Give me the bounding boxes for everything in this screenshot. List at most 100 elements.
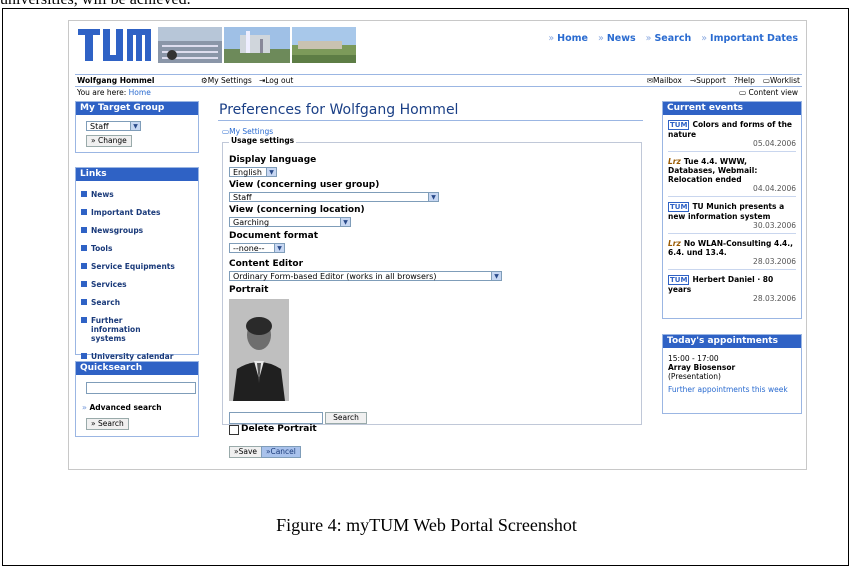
link-services[interactable]: Services [81,280,198,289]
event-item[interactable]: TUM Herbert Daniel · 80 years 28.03.2006 [668,270,796,306]
cancel-label: Cancel [270,447,296,456]
view-location-select[interactable]: Garching ▼ [229,217,351,227]
delete-portrait-checkbox[interactable] [229,425,239,435]
link-service-equipments[interactable]: Service Equipments [81,262,198,271]
button-arrow-icon: » [91,419,96,428]
links-title: Links [76,168,198,181]
breadcrumb-prefix: You are here: [77,88,127,97]
bullet-square-icon [81,281,87,287]
link-newsgroups[interactable]: Newsgroups [81,226,198,235]
user-name: Wolfgang Hommel [77,76,155,85]
event-item[interactable]: TUM Colors and forms of the nature 05.04.… [668,115,796,152]
worklist-label: Worklist [769,76,800,85]
lrz-icon: Lrz [668,157,681,166]
view-group-value: Staff [233,193,252,202]
portrait-image [229,299,289,401]
event-date: 30.03.2006 [753,221,796,230]
user-tools: ✉Mailbox ⊸Support ?Help ▭Worklist [647,75,800,86]
settings-icon: ⚙ [201,76,208,85]
change-button[interactable]: » Change [86,135,132,147]
nav-arrow-icon: » [598,33,604,44]
document-format-value: --none-- [233,244,265,253]
link-label: Service Equipments [91,262,175,271]
appointment-name: Array Biosensor [668,363,736,372]
quicksearch-button-label: Search [97,419,124,428]
my-settings-crumb[interactable]: ▭My Settings [222,127,273,136]
nav-home-label: Home [557,33,588,44]
nav-news[interactable]: » News [598,33,636,44]
content-view-link[interactable]: ▭ Content view [739,88,798,97]
event-item[interactable]: Lrz Tue 4.4. WWW, Databases, Webmail: Rel… [668,152,796,197]
advanced-search-link[interactable]: » Advanced search [82,403,162,412]
current-events-title: Current events [663,102,801,115]
header-photo-building [158,27,222,63]
link-further-information-systems[interactable]: Further information systems [81,316,198,343]
nav-important-dates[interactable]: » Important Dates [701,33,798,44]
portrait-upload-input[interactable] [229,412,323,424]
link-tools[interactable]: Tools [81,244,198,253]
nav-search[interactable]: » Search [646,33,692,44]
appointments-box: Today's appointments 15:00 - 17:00 Array… [662,334,802,414]
cancel-button[interactable]: »Cancel [261,446,301,458]
display-language-select[interactable]: English ▼ [229,167,277,177]
delete-portrait-label: Delete Portrait [241,424,317,434]
title-divider [218,120,643,121]
my-settings-link[interactable]: ⚙My Settings [201,76,252,85]
portrait-label: Portrait [229,285,269,295]
mailbox-link[interactable]: ✉Mailbox [647,75,682,86]
header-photo-campus [224,27,290,63]
help-label: Help [737,76,755,85]
bullet-square-icon [81,263,87,269]
link-important-dates[interactable]: Important Dates [81,208,198,217]
save-button[interactable]: »Save [229,446,263,458]
event-text: Tue 4.4. WWW, Databases, Webmail: Reloca… [668,157,758,184]
help-link[interactable]: ?Help [734,75,755,86]
appointment-type: (Presentation) [668,372,721,381]
link-news[interactable]: News [81,190,198,199]
content-editor-label: Content Editor [229,259,304,269]
event-item[interactable]: Lrz No WLAN-Consulting 4.4., 6.4. und 13.… [668,234,796,270]
breadcrumb-home[interactable]: Home [129,88,151,97]
support-link[interactable]: ⊸Support [690,75,726,86]
bullet-square-icon [81,191,87,197]
current-events-box: Current events TUM Colors and forms of th… [662,101,802,319]
event-date: 28.03.2006 [753,257,796,266]
view-location-label: View (concerning location) [229,205,365,215]
document-format-select[interactable]: --none-- ▼ [229,243,285,253]
content-view-label: Content view [748,88,798,97]
advanced-search-label: Advanced search [89,403,162,412]
view-group-select[interactable]: Staff ▼ [229,192,439,202]
tum-logo[interactable] [76,27,156,63]
event-date: 28.03.2006 [753,294,796,303]
link-university-calendar[interactable]: University calendar [81,352,198,361]
quicksearch-button[interactable]: » Search [86,418,129,430]
quicksearch-title: Quicksearch [76,362,198,375]
appointment-item[interactable]: 15:00 - 17:00 Array Biosensor (Presentat… [668,354,796,381]
quicksearch-input[interactable] [86,382,196,394]
link-search[interactable]: Search [81,298,198,307]
logout-label: Log out [265,76,294,85]
links-box: Links News Important Dates Newsgroups To… [75,167,199,361]
bullet-square-icon [81,209,87,215]
chevron-down-icon: ▼ [491,272,501,280]
nav-home[interactable]: » Home [548,33,588,44]
top-navigation: » Home » News » Search » Important Dates [548,33,798,44]
portrait-search-button[interactable]: Search [325,412,367,424]
event-item[interactable]: TUM TU Munich presents a new information … [668,197,796,234]
nav-search-label: Search [654,33,692,44]
link-label: Services [91,280,127,289]
worklist-link[interactable]: ▭Worklist [763,75,800,86]
content-editor-value: Ordinary Form-based Editor (works in all… [233,272,437,281]
target-group-select[interactable]: Staff ▼ [86,121,141,131]
tum-icon: TUM [668,202,690,212]
link-label: Further information systems [91,316,141,343]
chevron-down-icon: ▼ [340,218,350,226]
content-editor-select[interactable]: Ordinary Form-based Editor (works in all… [229,271,502,281]
chevron-down-icon: ▼ [130,122,140,130]
appointment-time: 15:00 - 17:00 [668,354,719,363]
view-location-value: Garching [233,218,270,227]
quicksearch-box: Quicksearch » Advanced search » Search [75,361,199,437]
portal-screenshot: » Home » News » Search » Important Dates Wol… [68,20,807,470]
further-appointments-link[interactable]: Further appointments this week [668,385,796,394]
logout-link[interactable]: ⇥Log out [259,76,293,85]
